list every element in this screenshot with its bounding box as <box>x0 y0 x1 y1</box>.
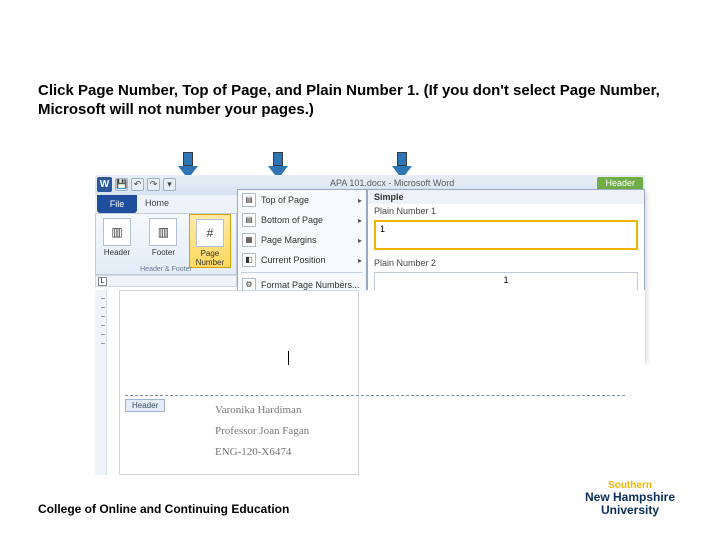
word-icon[interactable]: W <box>97 177 112 192</box>
document-area: Header Varonika Hardiman Professor Joan … <box>95 290 645 475</box>
menu-current-position[interactable]: ◧ Current Position ▸ <box>238 250 366 270</box>
redo-icon[interactable]: ↷ <box>147 178 160 191</box>
tab-file[interactable]: File <box>97 195 137 213</box>
chevron-right-icon: ▸ <box>358 236 362 245</box>
vertical-ruler <box>95 290 107 475</box>
chevron-right-icon: ▸ <box>358 216 362 225</box>
window-title: APA 101.docx - Microsoft Word <box>330 178 454 188</box>
menu-margins-label: Page Margins <box>261 235 317 245</box>
preview-1-num: 1 <box>380 224 385 234</box>
bottom-of-page-icon: ▤ <box>242 213 256 227</box>
word-screenshot: W 💾 ↶ ↷ ▾ APA 101.docx - Microsoft Word … <box>95 175 645 475</box>
menu-top-label: Top of Page <box>261 195 309 205</box>
preview-2-num: 1 <box>503 275 508 285</box>
doc-line-2: Professor Joan Fagan <box>215 421 309 442</box>
header-label: Header <box>104 248 130 257</box>
menu-format-label: Format Page Numbers... <box>261 280 360 290</box>
tab-selector[interactable]: L <box>98 277 107 286</box>
chevron-right-icon: ▸ <box>358 256 362 265</box>
top-of-page-icon: ▤ <box>242 193 256 207</box>
menu-page-margins[interactable]: ▦ Page Margins ▸ <box>238 230 366 250</box>
document-body-text: Varonika Hardiman Professor Joan Fagan E… <box>215 400 309 463</box>
save-icon[interactable]: 💾 <box>115 178 128 191</box>
footer-button[interactable]: ▥ Footer <box>142 214 184 257</box>
undo-icon[interactable]: ↶ <box>131 178 144 191</box>
chevron-right-icon: ▸ <box>358 196 362 205</box>
menu-top-of-page[interactable]: ▤ Top of Page ▸ <box>238 190 366 210</box>
header-button[interactable]: ▥ Header <box>96 214 138 257</box>
context-tab-header[interactable]: Header <box>597 177 643 189</box>
header-tag: Header <box>125 399 165 412</box>
menu-current-label: Current Position <box>261 255 326 265</box>
menu-bottom-label: Bottom of Page <box>261 215 323 225</box>
footer-label: Footer <box>152 248 175 257</box>
footer-icon: ▥ <box>149 218 177 246</box>
ribbon-header-footer-group: ▥ Header ▥ Footer # Page Number Header &… <box>95 213 237 275</box>
text-cursor <box>288 351 289 365</box>
page-number-icon: # <box>196 219 224 247</box>
page-number-button[interactable]: # Page Number <box>189 214 231 268</box>
page-margins-icon: ▦ <box>242 233 256 247</box>
gallery-label-plain-1: Plain Number 1 <box>368 204 644 218</box>
snhu-logo: Southern New Hampshire University <box>570 480 690 517</box>
gallery-plain-number-1[interactable]: 1 <box>374 220 638 250</box>
menu-separator <box>241 272 363 273</box>
page-number-label: Page Number <box>196 249 224 267</box>
doc-line-3: ENG-120-X6474 <box>215 442 309 463</box>
group-label: Header & Footer <box>96 266 236 273</box>
horizontal-ruler: L <box>95 275 237 287</box>
logo-line-3: University <box>570 504 690 517</box>
gallery-section-simple: Simple <box>368 190 644 204</box>
tab-home[interactable]: Home <box>145 198 169 208</box>
current-position-icon: ◧ <box>242 253 256 267</box>
quick-access-toolbar: W 💾 ↶ ↷ ▾ <box>97 177 176 192</box>
doc-line-1: Varonika Hardiman <box>215 400 309 421</box>
menu-bottom-of-page[interactable]: ▤ Bottom of Page ▸ <box>238 210 366 230</box>
gallery-label-plain-2: Plain Number 2 <box>368 256 644 270</box>
qat-more-icon[interactable]: ▾ <box>163 178 176 191</box>
instruction-text: Click Page Number, Top of Page, and Plai… <box>38 82 678 120</box>
footer-text: College of Online and Continuing Educati… <box>38 502 289 516</box>
header-icon: ▥ <box>103 218 131 246</box>
header-boundary <box>125 395 625 396</box>
